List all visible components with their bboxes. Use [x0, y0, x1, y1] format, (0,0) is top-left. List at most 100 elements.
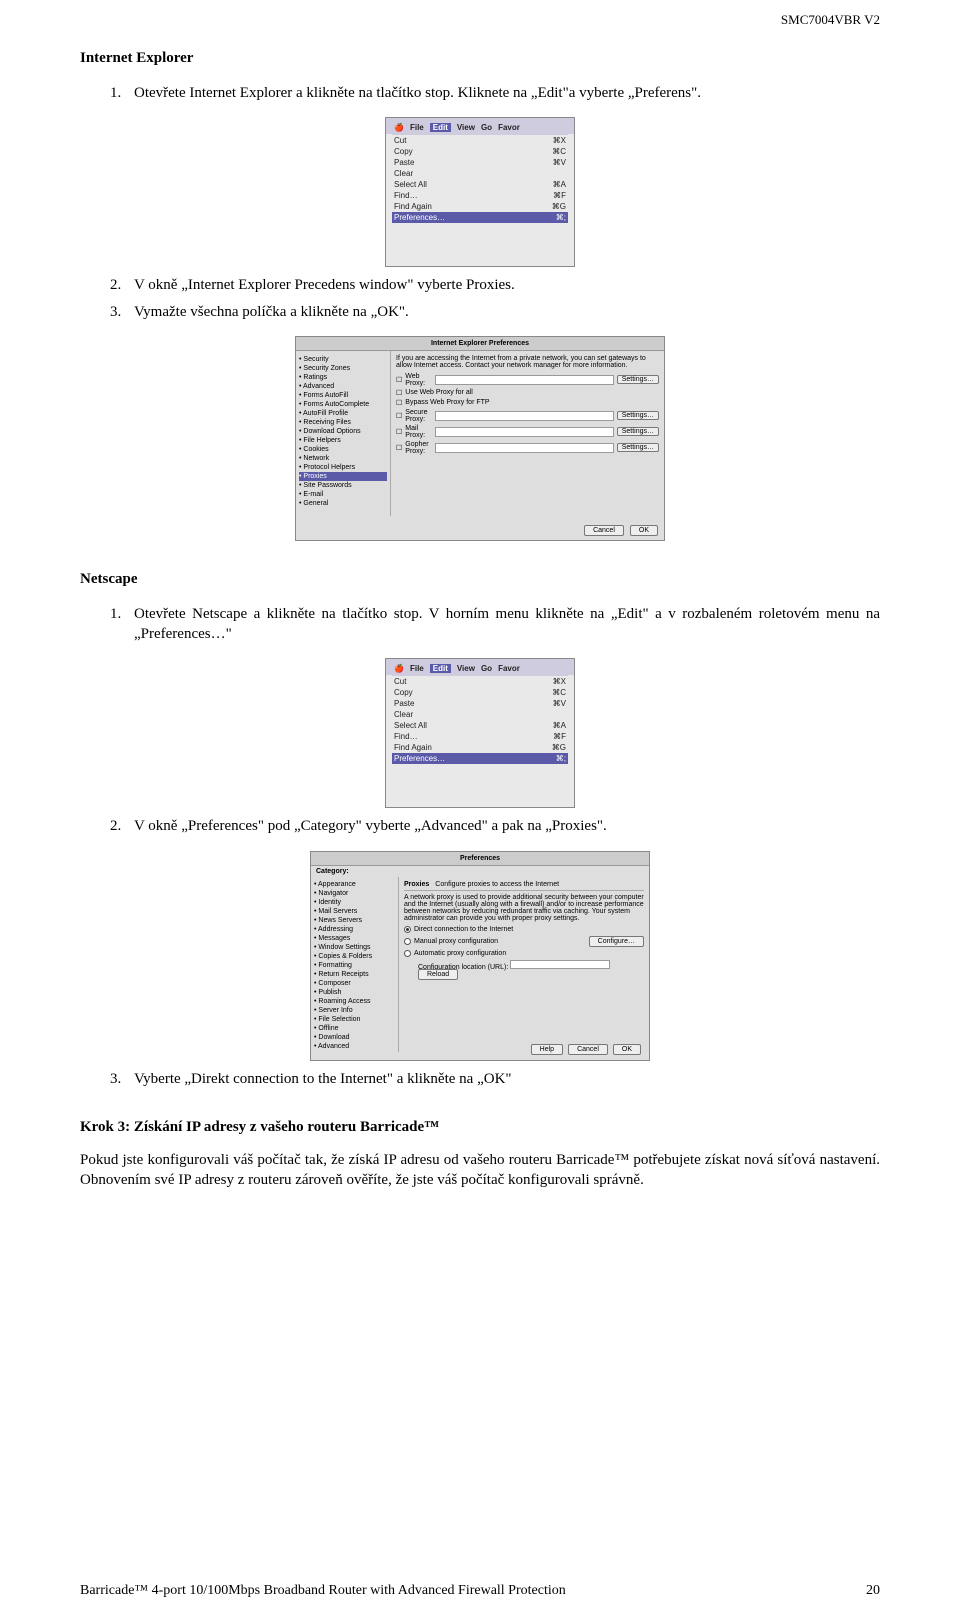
radio-label: Manual proxy configuration	[414, 938, 498, 945]
sidebar-item: • Security	[299, 355, 387, 364]
cancel-button: Cancel	[584, 525, 624, 536]
list-text: Otevřete Internet Explorer a klikněte na…	[134, 83, 880, 103]
field-label: Bypass Web Proxy for FTP	[405, 399, 489, 406]
apple-icon: 🍎	[394, 123, 404, 132]
field-label: Web Proxy:	[405, 373, 431, 387]
checkbox-icon: ☐	[396, 399, 402, 407]
menu-item: Find…⌘F	[392, 190, 568, 201]
menu-edit: Edit	[430, 664, 451, 673]
preferences-panel: If you are accessing the Internet from a…	[391, 351, 664, 516]
menu-item: Paste⌘V	[392, 157, 568, 168]
help-button: Help	[531, 1044, 563, 1055]
menu-item: Clear	[392, 709, 568, 720]
sidebar-item: • AutoFill Profile	[299, 409, 387, 418]
sidebar-item: • Formatting	[314, 961, 395, 970]
sidebar-item: • E-mail	[299, 490, 387, 499]
panel-title: Proxies	[404, 881, 429, 888]
sidebar-item: • Offline	[314, 1024, 395, 1033]
sidebar-item: • Cache	[314, 1051, 395, 1052]
ok-button: OK	[613, 1044, 641, 1055]
footer-product: Barricade™ 4-port 10/100Mbps Broadband R…	[80, 1583, 566, 1599]
menu-favor: Favor	[498, 123, 520, 132]
list-text: V okně „Preferences" pod „Category" vybe…	[134, 816, 880, 836]
sidebar-item: • Forms AutoComplete	[299, 400, 387, 409]
sidebar-item: • Receiving Files	[299, 418, 387, 427]
radio-icon	[404, 950, 411, 957]
proxies-panel: Proxies Configure proxies to access the …	[399, 877, 649, 1052]
list-item: 2. V okně „Preferences" pod „Category" v…	[110, 816, 880, 836]
sidebar-item: • Site Passwords	[299, 481, 387, 490]
checkbox-icon: ☐	[396, 428, 402, 436]
section-heading-netscape: Netscape	[80, 571, 880, 588]
sidebar-item: • Identity	[314, 898, 395, 907]
sidebar-item: • Copies & Folders	[314, 952, 395, 961]
field-label: Gopher Proxy:	[405, 441, 431, 455]
checkbox-icon: ☐	[396, 376, 402, 384]
sidebar-item: • Security Zones	[299, 364, 387, 373]
menu-item: Preferences…⌘;	[392, 753, 568, 764]
sidebar-item: • File Helpers	[299, 436, 387, 445]
sidebar-item: • Addressing	[314, 925, 395, 934]
settings-button: Settings…	[617, 443, 659, 452]
list-number: 3.	[110, 1069, 134, 1089]
proxy-input	[435, 427, 614, 437]
screenshot-edit-menu-netscape: 🍎 File Edit View Go Favor Cut⌘XCopy⌘CPas…	[385, 658, 575, 808]
menu-file: File	[410, 123, 424, 132]
menu-item: Find…⌘F	[392, 731, 568, 742]
settings-button: Settings…	[617, 375, 659, 384]
sidebar-item: • Network	[299, 454, 387, 463]
radio-icon	[404, 926, 411, 933]
config-url-input	[510, 960, 610, 969]
menu-item: Copy⌘C	[392, 687, 568, 698]
panel-subtitle: Configure proxies to access the Internet	[435, 881, 559, 888]
menu-view: View	[457, 664, 475, 673]
sidebar-item: • Messages	[314, 934, 395, 943]
screenshot-edit-menu-ie: 🍎 File Edit View Go Favor Cut⌘XCopy⌘CPas…	[385, 117, 575, 267]
sidebar-item: • Download Options	[299, 427, 387, 436]
sidebar-item: • Publish	[314, 988, 395, 997]
menubar: 🍎 File Edit View Go Favor	[392, 662, 568, 676]
field-label: Mail Proxy:	[405, 425, 431, 439]
step3-heading: Krok 3: Získání IP adresy z vašeho route…	[80, 1119, 880, 1136]
list-number: 1.	[110, 604, 134, 645]
sidebar-item: • Return Receipts	[314, 970, 395, 979]
list-text: V okně „Internet Explorer Precedens wind…	[134, 275, 880, 295]
checkbox-icon: ☐	[396, 444, 402, 452]
menu-file: File	[410, 664, 424, 673]
checkbox-icon: ☐	[396, 389, 402, 397]
section-heading-ie: Internet Explorer	[80, 50, 880, 67]
list-item: 3. Vyberte „Direkt connection to the Int…	[110, 1069, 880, 1089]
list-item: 2. V okně „Internet Explorer Precedens w…	[110, 275, 880, 295]
sidebar-item: • Protocol Helpers	[299, 463, 387, 472]
sidebar-item: • Roaming Access	[314, 997, 395, 1006]
proxy-input	[435, 411, 614, 421]
sidebar-item: • Proxies	[299, 472, 387, 481]
sidebar-item: • Navigator	[314, 889, 395, 898]
proxy-input	[435, 443, 614, 453]
panel-intro: If you are accessing the Internet from a…	[396, 355, 659, 369]
settings-button: Settings…	[617, 411, 659, 420]
menu-item: Cut⌘X	[392, 135, 568, 146]
menu-item: Select All⌘A	[392, 720, 568, 731]
sidebar-item: • Download	[314, 1033, 395, 1042]
list-number: 1.	[110, 83, 134, 103]
screenshot-netscape-preferences: Preferences Category: • Appearance• Navi…	[310, 851, 650, 1061]
sidebar-item: • File Selection	[314, 1015, 395, 1024]
field-label: Use Web Proxy for all	[405, 389, 473, 396]
menu-item: Find Again⌘G	[392, 201, 568, 212]
radio-icon	[404, 938, 411, 945]
screenshot-ie-preferences: Internet Explorer Preferences • Security…	[295, 336, 665, 541]
radio-label: Direct connection to the Internet	[414, 926, 513, 933]
sidebar-item: • Forms AutoFill	[299, 391, 387, 400]
list-item: 1. Otevřete Netscape a klikněte na tlačí…	[110, 604, 880, 645]
menu-item: Find Again⌘G	[392, 742, 568, 753]
list-number: 2.	[110, 816, 134, 836]
ok-button: OK	[630, 525, 658, 536]
menu-item: Paste⌘V	[392, 698, 568, 709]
menu-item: Copy⌘C	[392, 146, 568, 157]
list-number: 3.	[110, 302, 134, 322]
menu-favor: Favor	[498, 664, 520, 673]
proxy-input	[435, 375, 614, 385]
menu-edit: Edit	[430, 123, 451, 132]
sidebar-item: • General	[299, 499, 387, 508]
